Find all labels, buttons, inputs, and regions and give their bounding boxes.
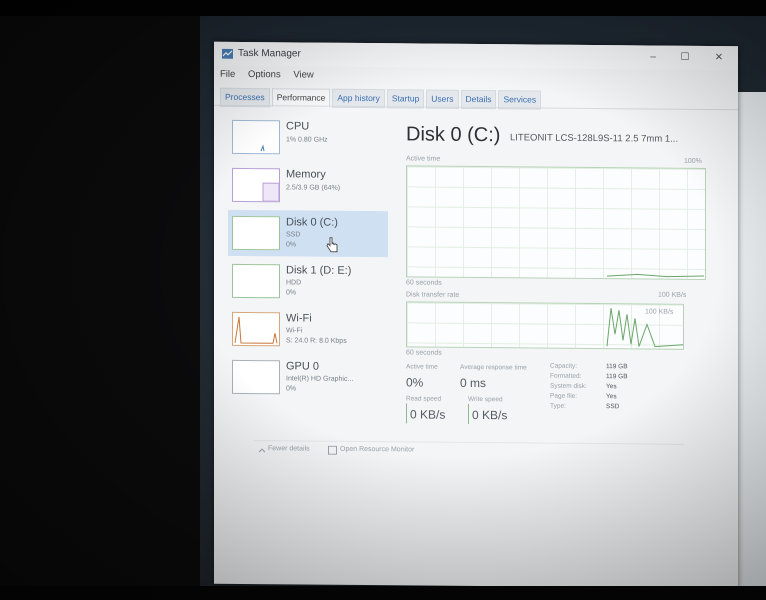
sidebar-item-value: 2.5/3.9 GB (64%)	[286, 184, 341, 192]
read-speed-label: Read speed	[406, 395, 442, 403]
open-resource-monitor-link[interactable]: Open Resource Monitor	[340, 446, 414, 454]
title-bar: Task Manager – ☐ ✕	[214, 41, 738, 71]
sidebar-item-cpu[interactable]: CPU 1% 0.80 GHz	[228, 114, 388, 161]
active-time-graph-label: Active time	[406, 155, 441, 163]
monitor-bezel-bottom	[0, 586, 766, 600]
sidebar-item-label: Memory	[286, 168, 326, 181]
transfer-rate-graph: 100 KB/s	[406, 301, 684, 350]
active-time-graph-duration: 60 seconds	[406, 279, 442, 287]
menu-bar: File Options View	[220, 69, 324, 84]
transfer-rate-inner-label: 100 KB/s	[645, 308, 674, 316]
sidebar-item-value: 0%	[286, 289, 297, 297]
hand-cursor-icon	[326, 237, 338, 253]
task-manager-icon	[222, 48, 233, 59]
minimize-button[interactable]: –	[642, 49, 664, 65]
sidebar-item-value: 1% 0.80 GHz	[286, 136, 328, 144]
sidebar-item-value: S: 24.0 R: 8.0 Kbps	[286, 337, 347, 345]
gpu-thumbnail-graph	[232, 359, 280, 395]
sidebar-item-disk-1[interactable]: Disk 1 (D: E:) HDD 0%	[228, 258, 388, 305]
sidebar-item-label: Disk 1 (D: E:)	[286, 264, 352, 277]
sidebar-item-disk-0[interactable]: Disk 0 (C:) SSD 0%	[228, 209, 388, 258]
write-speed-label: Write speed	[468, 395, 503, 404]
close-button[interactable]: ✕	[708, 50, 730, 66]
detail-title: Disk 0 (C:)	[406, 123, 501, 147]
sidebar-item-wifi[interactable]: Wi-Fi Wi-Fi S: 24.0 R: 8.0 Kbps	[228, 306, 388, 353]
sidebar-item-type: Wi-Fi	[286, 327, 303, 335]
sidebar-item-value: 0%	[286, 385, 297, 393]
wifi-thumbnail-graph	[232, 311, 280, 347]
property-value: 119 GB	[606, 373, 628, 381]
chevron-up-icon	[258, 448, 266, 453]
maximize-button[interactable]: ☐	[674, 50, 696, 66]
property-label: Formatted:	[550, 372, 582, 380]
performance-sidebar: CPU 1% 0.80 GHz Memory 2.5/3.9 GB (64%) …	[228, 114, 388, 455]
write-speed-value: 0 KB/s	[472, 407, 508, 423]
property-value: Yes	[606, 383, 617, 391]
property-label: Page file:	[550, 392, 578, 400]
property-label: Capacity:	[550, 362, 578, 370]
transfer-rate-graph-label: Disk transfer rate	[406, 291, 460, 299]
sidebar-item-value: 0%	[286, 241, 297, 249]
sidebar-item-type: SSD	[286, 231, 301, 239]
memory-thumbnail-graph	[232, 167, 280, 203]
sidebar-item-label: GPU 0	[286, 360, 320, 373]
disk0-thumbnail-graph	[232, 215, 280, 251]
response-time-value: 0 ms	[460, 375, 487, 391]
sidebar-item-label: CPU	[286, 120, 310, 133]
disk-model: LITEONIT LCS-128L9S-11 2.5 7mm 1...	[510, 132, 679, 145]
sidebar-item-label: Disk 0 (C:)	[286, 216, 338, 229]
task-manager-window: Task Manager – ☐ ✕ File Options View Pro…	[214, 41, 738, 589]
disk1-thumbnail-graph	[232, 263, 280, 299]
transfer-rate-graph-duration: 60 seconds	[406, 349, 442, 357]
active-time-graph-max: 100%	[684, 157, 702, 165]
property-label: Type:	[550, 402, 566, 410]
property-value: Yes	[606, 393, 617, 401]
window-title: Task Manager	[238, 47, 301, 60]
transfer-rate-graph-max: 100 KB/s	[658, 291, 687, 299]
monitor-bezel-top	[0, 0, 766, 16]
property-value: SSD	[606, 403, 620, 411]
sidebar-item-label: Wi-Fi	[286, 312, 312, 325]
active-time-graph	[406, 165, 706, 281]
response-time-label: Average response time	[460, 363, 527, 372]
menu-options[interactable]: Options	[248, 69, 281, 80]
property-value: 119 GB	[606, 363, 628, 371]
menu-file[interactable]: File	[220, 69, 235, 80]
fewer-details-link[interactable]: Fewer details	[268, 445, 310, 452]
sidebar-item-gpu[interactable]: GPU 0 Intel(R) HD Graphic... 0%	[228, 354, 388, 401]
property-label: System disk:	[550, 382, 587, 390]
sidebar-item-type: HDD	[286, 279, 302, 287]
menu-view[interactable]: View	[293, 69, 313, 80]
active-time-label: Active time	[406, 363, 438, 371]
read-speed-marker	[406, 403, 407, 424]
sidebar-item-memory[interactable]: Memory 2.5/3.9 GB (64%)	[228, 162, 388, 209]
write-speed-marker	[468, 403, 469, 424]
sidebar-item-type: Intel(R) HD Graphic...	[286, 375, 354, 383]
resource-monitor-icon	[328, 445, 337, 455]
cpu-thumbnail-graph	[232, 119, 280, 155]
active-time-value: 0%	[406, 375, 424, 390]
read-speed-value: 0 KB/s	[410, 407, 446, 422]
